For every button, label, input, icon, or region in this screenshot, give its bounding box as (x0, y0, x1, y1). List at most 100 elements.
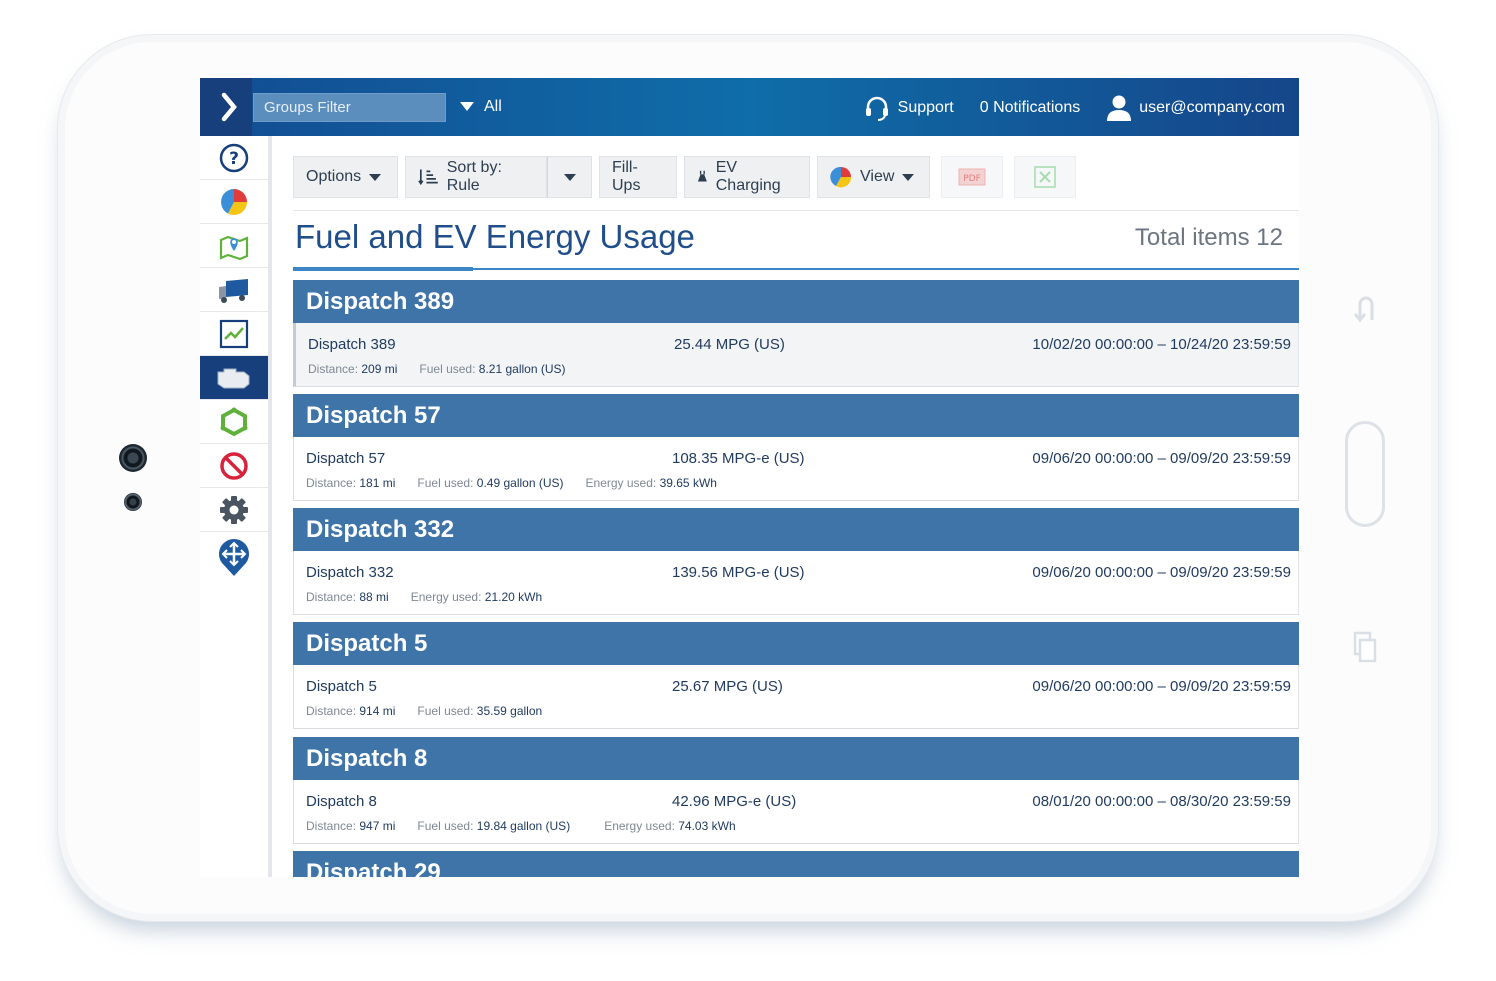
sidebar-item-rules[interactable] (200, 444, 268, 488)
fuel-value: 35.59 gallon (476, 704, 543, 718)
notifications-link[interactable]: 0 Notifications (980, 99, 1081, 117)
sort-button[interactable]: Sort by: Rule (405, 156, 547, 198)
expand-menu-button[interactable] (200, 78, 252, 136)
list-item[interactable]: Dispatch 29 (293, 851, 1299, 877)
item-mpg: 108.35 MPG-e (US) (672, 450, 805, 467)
distance-value: 914 mi (359, 704, 396, 718)
list-item[interactable]: Dispatch 57 Dispatch 57 108.35 MPG-e (US… (293, 394, 1299, 501)
sidebar-item-zones[interactable] (200, 400, 268, 444)
item-dates: 08/01/20 00:00:00 – 08/30/20 23:59:59 (1032, 793, 1291, 810)
pdf-export-button[interactable]: PDF (941, 156, 1003, 198)
caret-down-icon (369, 173, 382, 181)
fillups-button[interactable]: Fill-Ups (599, 156, 677, 198)
meta-distance: Distance: 947 mi (306, 819, 395, 833)
item-mpg: 139.56 MPG-e (US) (672, 564, 805, 581)
sidebar-item-settings[interactable] (200, 488, 268, 532)
card-body: Dispatch 57 108.35 MPG-e (US) 09/06/20 0… (293, 437, 1299, 501)
sort-dropdown-button[interactable] (547, 156, 592, 198)
page-title: Fuel and EV Energy Usage (295, 218, 695, 255)
ev-charging-button[interactable]: EV Charging (684, 156, 810, 198)
back-icon[interactable] (1352, 290, 1378, 324)
title-underline-accent (293, 267, 473, 271)
main-content: Options Sort by: Rule Fill-Ups EV Chargi… (293, 136, 1299, 877)
item-meta: Distance: 181 mi Fuel used: 0.49 gallon … (306, 476, 717, 490)
item-name: Dispatch 389 (308, 336, 396, 353)
item-name: Dispatch 332 (306, 564, 394, 581)
sidebar-item-navigation[interactable] (200, 532, 268, 582)
all-groups-dropdown[interactable]: All (460, 94, 502, 120)
fillups-label: Fill-Ups (612, 159, 641, 194)
distance-label: Distance: (306, 704, 357, 718)
all-groups-label: All (484, 98, 502, 115)
caret-down-icon (902, 173, 915, 181)
sidebar-item-help[interactable]: ? (200, 136, 268, 180)
dashboard-pie-icon (221, 188, 247, 215)
sidebar: ? (200, 136, 272, 877)
card-title: Dispatch 5 (293, 622, 1299, 665)
distance-label: Distance: (306, 590, 357, 604)
groups-filter-input[interactable]: Groups Filter (253, 93, 446, 122)
help-icon: ? (219, 143, 249, 172)
support-link[interactable]: Support (863, 94, 954, 122)
card-body: Dispatch 5 25.67 MPG (US) 09/06/20 00:00… (293, 665, 1299, 729)
front-camera-icon (119, 444, 147, 472)
fuel-value: 0.49 gallon (US) (476, 476, 564, 490)
card-body: Dispatch 389 25.44 MPG (US) 10/02/20 00:… (293, 323, 1299, 387)
view-button[interactable]: View (817, 156, 930, 198)
list-item[interactable]: Dispatch 8 Dispatch 8 42.96 MPG-e (US) 0… (293, 737, 1299, 844)
sort-split-button: Sort by: Rule (405, 156, 592, 198)
card-title: Dispatch 57 (293, 394, 1299, 437)
fuel-label: Fuel used: (417, 819, 474, 833)
meta-distance: Distance: 181 mi (306, 476, 395, 490)
energy-value: 39.65 kWh (659, 476, 717, 490)
support-label: Support (897, 99, 954, 116)
item-dates: 09/06/20 00:00:00 – 09/09/20 23:59:59 (1032, 564, 1291, 581)
sidebar-item-vehicles[interactable] (200, 268, 268, 312)
item-dates: 09/06/20 00:00:00 – 09/09/20 23:59:59 (1032, 678, 1291, 695)
top-bar: Groups Filter All Support 0 Notification… (200, 78, 1299, 136)
energy-label: Energy used: (604, 819, 675, 833)
excel-export-button[interactable] (1014, 156, 1076, 198)
distance-value: 947 mi (359, 819, 396, 833)
item-dates: 10/02/20 00:00:00 – 10/24/20 23:59:59 (1032, 336, 1291, 353)
meta-distance: Distance: 209 mi (308, 362, 397, 376)
list-item[interactable]: Dispatch 389 Dispatch 389 25.44 MPG (US)… (293, 280, 1299, 387)
fuel-label: Fuel used: (417, 476, 474, 490)
item-meta: Distance: 947 mi Fuel used: 19.84 gallon… (306, 819, 736, 833)
sort-label: Sort by: Rule (446, 159, 502, 194)
rules-icon (220, 451, 248, 480)
user-email: user@company.com (1139, 99, 1285, 116)
list-item[interactable]: Dispatch 332 Dispatch 332 139.56 MPG-e (… (293, 508, 1299, 615)
meta-energy: Energy used: 21.20 kWh (411, 590, 542, 604)
toolbar: Options Sort by: Rule Fill-Ups EV Chargi… (293, 156, 1076, 198)
distance-value: 209 mi (361, 362, 398, 376)
view-label: View (860, 168, 895, 185)
recent-apps-icon[interactable] (1352, 630, 1378, 664)
settings-icon (220, 495, 248, 524)
meta-fuel: Fuel used: 19.84 gallon (US) (417, 819, 570, 833)
options-button[interactable]: Options (293, 156, 398, 198)
meta-fuel: Fuel used: 35.59 gallon (417, 704, 542, 718)
list-item[interactable]: Dispatch 5 Dispatch 5 25.67 MPG (US) 09/… (293, 622, 1299, 729)
card-title: Dispatch 8 (293, 737, 1299, 780)
sensor-icon (124, 493, 142, 511)
meta-energy: Energy used: 74.03 kWh (604, 819, 735, 833)
sidebar-item-engine[interactable] (200, 356, 268, 400)
card-title: Dispatch 389 (293, 280, 1299, 323)
home-button[interactable] (1345, 421, 1385, 527)
plug-icon (697, 170, 707, 182)
sidebar-item-dashboard[interactable] (200, 180, 268, 224)
card-body: Dispatch 8 42.96 MPG-e (US) 08/01/20 00:… (293, 780, 1299, 844)
sidebar-item-map[interactable] (200, 224, 268, 268)
user-icon (1107, 95, 1132, 121)
toolbar-divider (293, 210, 1299, 211)
meta-fuel: Fuel used: 0.49 gallon (US) (417, 476, 563, 490)
user-menu[interactable]: user@company.com (1106, 94, 1285, 122)
distance-label: Distance: (306, 476, 357, 490)
item-mpg: 42.96 MPG-e (US) (672, 793, 797, 810)
sidebar-item-activity[interactable] (200, 312, 268, 356)
map-icon (219, 235, 249, 260)
chevron-right-icon (221, 92, 237, 122)
ev-charging-label: EV Charging (715, 159, 781, 194)
fuel-label: Fuel used: (419, 362, 476, 376)
